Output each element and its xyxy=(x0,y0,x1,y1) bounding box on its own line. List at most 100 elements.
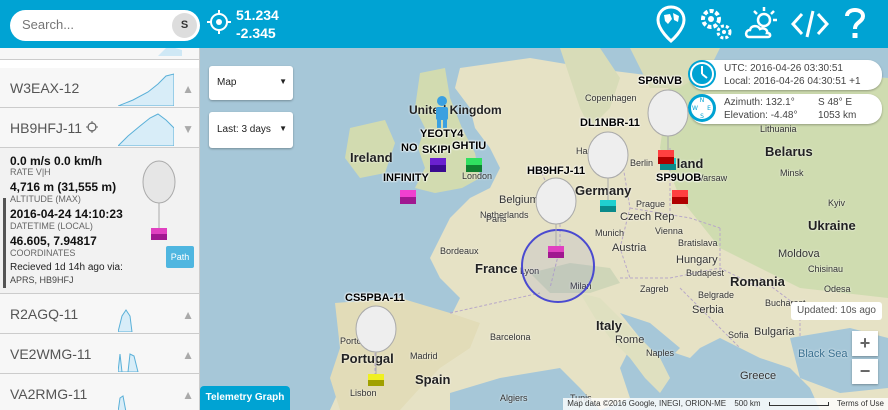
balloon-icon[interactable] xyxy=(646,88,690,184)
place-chisinau: Chisinau xyxy=(808,264,844,274)
tracker-label[interactable]: HB9HFJ-11 xyxy=(527,165,585,177)
tracker-callsign: R2AGQ-11 xyxy=(10,306,79,322)
place-rome: Rome xyxy=(615,334,645,346)
altitude-sparkline xyxy=(118,395,127,410)
crosshair-icon[interactable] xyxy=(207,10,231,34)
tracker-label[interactable]: NO xyxy=(401,142,418,154)
collapse-arrow-icon[interactable]: ▼ xyxy=(182,122,194,136)
tracker-label[interactable]: SKIPI xyxy=(422,144,451,156)
tracker-callsign: VA2RMG-11 xyxy=(10,386,88,402)
crosshair-icon[interactable] xyxy=(86,121,98,133)
expand-arrow-icon[interactable]: ▲ xyxy=(182,82,194,96)
latitude-value: 51.234 xyxy=(236,7,279,23)
weather-sun-cloud-icon[interactable] xyxy=(744,5,782,43)
rate-value: 0.0 m/s 0.0 km/h xyxy=(10,154,103,168)
longitude-value: -2.345 xyxy=(236,25,276,41)
place-bratislava: Bratislava xyxy=(678,238,718,248)
place-romania: Romania xyxy=(730,274,785,289)
telemetry-graph-tab[interactable]: Telemetry Graph xyxy=(200,386,290,410)
top-bar: S 51.234 -2.345 xyxy=(0,0,888,48)
code-icon[interactable] xyxy=(790,5,830,43)
path-button[interactable]: Path xyxy=(166,246,194,268)
search-box[interactable]: S xyxy=(10,10,200,41)
place-belgrade: Belgrade xyxy=(698,290,735,300)
map-view[interactable]: Ireland London Netherlands Belgium Paris… xyxy=(200,48,888,410)
altitude-sparkline xyxy=(118,309,133,332)
map-type-value: Map xyxy=(217,77,237,88)
list-item[interactable]: R2AGQ-11 ▲ xyxy=(0,294,199,334)
time-range-select[interactable]: Last: 3 days ▼ xyxy=(209,112,293,148)
place-bulgaria: Bulgaria xyxy=(754,326,795,338)
updated-status: Updated: 10s ago xyxy=(791,302,882,320)
receiver-person-icon[interactable] xyxy=(432,96,452,128)
expand-arrow-icon[interactable]: ▲ xyxy=(182,348,194,362)
rate-label: RATE V|H xyxy=(10,167,51,177)
tracker-details: 0.0 m/s 0.0 km/h RATE V|H 4,716 m (31,55… xyxy=(0,148,199,294)
coordinates-label: COORDINATES xyxy=(10,248,76,258)
tracker-label[interactable]: DL1NBR-11 xyxy=(580,117,640,129)
utc-time: UTC: 2016-04-26 03:30:51 xyxy=(724,63,843,74)
balloon-icon[interactable] xyxy=(534,176,578,272)
payload-marker-icon[interactable] xyxy=(398,188,418,208)
received-via: APRS, HB9HFJ xyxy=(10,275,74,285)
search-input[interactable] xyxy=(22,17,172,32)
list-item[interactable]: W3EAX-12 ▲ xyxy=(0,68,199,108)
clock-icon xyxy=(688,60,716,88)
payload-marker-icon[interactable] xyxy=(656,148,676,168)
place-greece: Greece xyxy=(740,370,777,382)
scale-bar xyxy=(768,401,829,406)
expand-arrow-icon[interactable]: ▲ xyxy=(182,388,194,402)
tracker-label[interactable]: YEOTY4 xyxy=(420,128,463,140)
balloon-icon[interactable] xyxy=(586,130,630,226)
settings-gears-icon[interactable] xyxy=(698,5,734,43)
place-vienna: Vienna xyxy=(655,226,683,236)
balloon-icon[interactable] xyxy=(354,304,398,400)
tracker-label[interactable]: SP6NVB xyxy=(638,75,682,87)
svg-text:N: N xyxy=(700,97,705,104)
place-spain: Spain xyxy=(415,372,451,387)
place-munich: Munich xyxy=(595,228,625,238)
altitude-sparkline xyxy=(118,48,182,56)
zoom-out-button[interactable]: − xyxy=(852,359,878,384)
list-item[interactable] xyxy=(0,48,199,60)
list-item[interactable]: HB9HFJ-11 ▼ xyxy=(0,108,199,148)
place-hungary: Hungary xyxy=(676,254,718,266)
scale-label: 500 km xyxy=(734,399,761,408)
tracker-label[interactable]: SP9UOB xyxy=(656,172,701,184)
payload-marker-icon[interactable] xyxy=(464,156,484,176)
place-austria: Austria xyxy=(612,242,647,254)
zoom-in-button[interactable]: + xyxy=(852,331,878,356)
tracker-callsign: HB9HFJ-11 xyxy=(10,120,83,136)
expand-arrow-icon[interactable]: ▲ xyxy=(182,308,194,322)
coordinates-value: 46.605, 7.94817 xyxy=(10,234,97,248)
place-ukraine: Ukraine xyxy=(808,218,856,233)
place-minsk: Minsk xyxy=(780,168,804,178)
altitude-sparkline xyxy=(118,73,174,106)
elevation-value: Elevation: -4.48° xyxy=(724,110,798,121)
list-item[interactable]: VE2WMG-11 ▲ xyxy=(0,334,199,374)
payload-marker-icon[interactable] xyxy=(670,188,690,208)
tracker-label[interactable]: GHTIU xyxy=(452,140,486,152)
datetime-label: DATETIME (LOCAL) xyxy=(10,221,93,231)
map-type-select[interactable]: Map ▼ xyxy=(209,66,293,100)
globe-marker-icon[interactable] xyxy=(655,5,687,43)
tracker-callsign: VE2WMG-11 xyxy=(10,346,92,362)
terms-link[interactable]: Terms of Use xyxy=(837,399,884,408)
place-sofia: Sofia xyxy=(728,330,749,340)
help-icon[interactable] xyxy=(842,5,868,43)
dropdown-arrow-icon: ▼ xyxy=(279,77,287,86)
list-item[interactable]: VA2RMG-11 ▲ xyxy=(0,374,199,410)
place-prague: Prague xyxy=(636,199,666,209)
dropdown-arrow-icon: ▼ xyxy=(279,124,287,133)
look-angles-panel: N S W E Azimuth: 132.1° Elevation: -4.48… xyxy=(688,94,882,124)
tracker-label[interactable]: INFINITY xyxy=(383,172,429,184)
distance-value: 1053 km xyxy=(818,110,857,121)
place-ireland: Ireland xyxy=(350,150,393,165)
tracker-label[interactable]: CS5PBA-11 xyxy=(345,292,405,304)
datetime-value: 2016-04-24 14:10:23 xyxy=(10,207,123,221)
search-button[interactable]: S xyxy=(172,13,197,38)
payload-marker-icon[interactable] xyxy=(428,156,448,176)
tracker-callsign: W3EAX-12 xyxy=(10,80,80,96)
local-time: Local: 2016-04-26 04:30:51 +1 xyxy=(724,76,861,87)
place-odesa: Odesa xyxy=(824,284,851,294)
